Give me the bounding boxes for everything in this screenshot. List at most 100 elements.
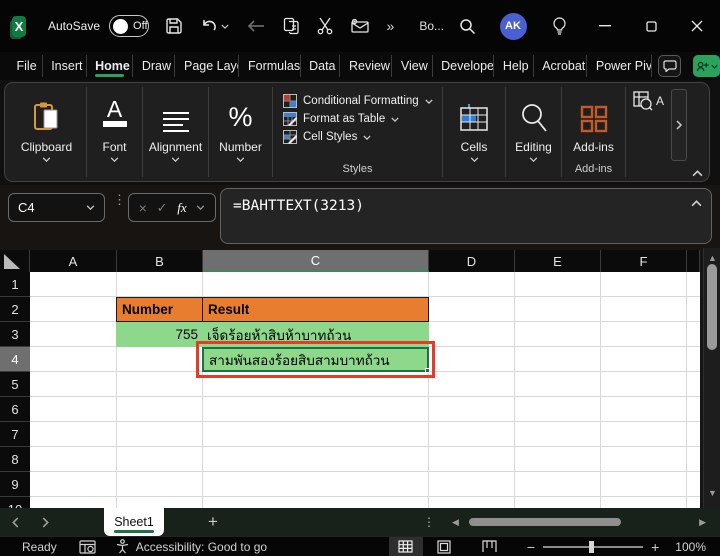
- number-group[interactable]: % Number: [209, 87, 273, 177]
- page-break-preview-button[interactable]: [473, 537, 507, 556]
- qat-overflow-button[interactable]: »: [387, 18, 394, 34]
- cell-b2[interactable]: Number: [116, 297, 203, 322]
- row-header-8[interactable]: 8: [0, 447, 30, 472]
- row-header-7[interactable]: 7: [0, 422, 30, 447]
- scroll-up-icon[interactable]: ▲: [704, 253, 720, 263]
- tab-data[interactable]: Data: [301, 55, 341, 77]
- ribbon-scroll-right-button[interactable]: [671, 89, 687, 161]
- row-header-10[interactable]: 10: [0, 497, 30, 508]
- zoom-level[interactable]: 100%: [675, 540, 706, 554]
- save-icon[interactable]: [165, 17, 183, 35]
- column-header-b[interactable]: B: [117, 250, 203, 272]
- zoom-slider-thumb[interactable]: [589, 541, 594, 553]
- tab-home[interactable]: Home: [87, 55, 134, 77]
- tab-file[interactable]: File: [8, 55, 43, 77]
- minimize-button[interactable]: [582, 6, 628, 46]
- cancel-button[interactable]: ×: [139, 200, 147, 216]
- tab-help[interactable]: Help: [494, 55, 533, 77]
- zoom-slider[interactable]: [543, 546, 643, 548]
- column-header-g-partial[interactable]: [687, 250, 700, 272]
- share-button[interactable]: [693, 55, 720, 77]
- page-layout-view-button[interactable]: [427, 537, 461, 556]
- accessibility-icon[interactable]: [116, 539, 129, 554]
- scroll-left-icon[interactable]: ◀: [452, 517, 459, 528]
- excel-app-icon[interactable]: X: [12, 16, 26, 37]
- maximize-button[interactable]: [628, 6, 674, 46]
- comments-button[interactable]: [658, 55, 682, 77]
- horizontal-scroll-thumb[interactable]: [469, 518, 621, 526]
- clipboard-group[interactable]: Clipboard: [7, 87, 87, 177]
- enter-button[interactable]: ✓: [157, 200, 168, 216]
- column-header-a[interactable]: A: [30, 250, 117, 272]
- collapse-formula-bar-button[interactable]: [691, 200, 702, 207]
- name-box[interactable]: C4: [8, 193, 105, 222]
- column-header-d[interactable]: D: [429, 250, 515, 272]
- sheet-nav-right-icon[interactable]: [30, 517, 60, 528]
- horizontal-scroll-track[interactable]: [465, 516, 693, 528]
- row-header-1[interactable]: 1: [0, 272, 30, 297]
- formula-input[interactable]: =BAHTTEXT(3213): [220, 188, 712, 244]
- formula-bar-drag-handle[interactable]: ⋮: [113, 196, 126, 203]
- tab-formulas[interactable]: Formulas: [239, 55, 300, 77]
- column-header-c[interactable]: C: [203, 250, 429, 272]
- search-icon[interactable]: [444, 6, 490, 46]
- tab-page-layout[interactable]: Page Layo: [175, 55, 239, 77]
- vertical-scroll-thumb[interactable]: [707, 264, 717, 350]
- account-avatar[interactable]: AK: [490, 6, 536, 46]
- sheet-tab-sheet1[interactable]: Sheet1: [104, 508, 164, 536]
- analyze-data-button[interactable]: A: [633, 91, 667, 111]
- tab-draw[interactable]: Draw: [133, 55, 175, 77]
- addins-group[interactable]: Add-ins Add-ins: [562, 87, 626, 177]
- close-button[interactable]: [674, 6, 720, 46]
- zoom-in-button[interactable]: +: [651, 539, 659, 555]
- conditional-formatting-button[interactable]: Conditional Formatting: [283, 94, 442, 108]
- format-as-table-button[interactable]: Format as Table: [283, 112, 442, 126]
- copy-icon[interactable]: [283, 17, 300, 35]
- vertical-scrollbar[interactable]: ▲ ▼: [703, 248, 720, 508]
- cells-group[interactable]: Cells: [443, 87, 506, 177]
- sheet-nav-left-icon[interactable]: [0, 517, 30, 528]
- insert-function-button[interactable]: fx: [177, 200, 186, 216]
- email-icon[interactable]: [350, 18, 370, 34]
- name-box-value: C4: [18, 200, 86, 215]
- row-header-9[interactable]: 9: [0, 472, 30, 497]
- tab-power-pivot[interactable]: Power Piv: [587, 55, 652, 77]
- row-header-5[interactable]: 5: [0, 372, 30, 397]
- row-header-4[interactable]: 4: [0, 347, 30, 372]
- tab-view[interactable]: View: [392, 55, 432, 77]
- title-bar: X AutoSave Off: [0, 0, 720, 52]
- undo-button[interactable]: [200, 18, 229, 34]
- row-header-3[interactable]: 3: [0, 322, 30, 347]
- horizontal-scrollbar[interactable]: ◀ ▶: [452, 516, 706, 528]
- cell-b3[interactable]: 755: [116, 322, 203, 347]
- cell-c2[interactable]: Result: [202, 297, 429, 322]
- editing-group[interactable]: Editing: [506, 87, 562, 177]
- select-all-corner[interactable]: [0, 250, 30, 272]
- autosave-toggle[interactable]: Off: [109, 15, 148, 37]
- row-header-6[interactable]: 6: [0, 397, 30, 422]
- sheet-bar-menu-icon[interactable]: ⋮: [423, 519, 435, 525]
- font-group[interactable]: A Font: [87, 87, 143, 177]
- macro-record-icon[interactable]: [79, 540, 96, 554]
- scroll-right-icon[interactable]: ▶: [699, 517, 706, 528]
- lightbulb-icon[interactable]: [536, 6, 582, 46]
- cells-area[interactable]: Number Result 755 เจ็ดร้อยห้าสิบห้าบาทถ้…: [30, 272, 700, 508]
- cell-styles-button[interactable]: Cell Styles: [283, 130, 442, 144]
- normal-view-button[interactable]: [389, 537, 423, 556]
- accessibility-status[interactable]: Accessibility: Good to go: [136, 540, 267, 554]
- status-bar: Ready Accessibility: Good to go − + 100%: [0, 536, 720, 556]
- cut-icon[interactable]: [317, 17, 333, 35]
- scroll-down-icon[interactable]: ▼: [704, 488, 720, 498]
- collapse-ribbon-button[interactable]: [692, 170, 703, 177]
- tab-developer[interactable]: Develope: [433, 55, 495, 77]
- zoom-out-button[interactable]: −: [527, 539, 535, 555]
- new-sheet-button[interactable]: +: [208, 512, 218, 532]
- column-header-e[interactable]: E: [515, 250, 601, 272]
- alignment-group[interactable]: Alignment: [143, 87, 209, 177]
- row-header-2[interactable]: 2: [0, 297, 30, 322]
- tab-insert[interactable]: Insert: [43, 55, 87, 77]
- column-header-f[interactable]: F: [601, 250, 687, 272]
- gridline: [686, 272, 687, 508]
- tab-acrobat[interactable]: Acrobat: [534, 55, 588, 77]
- tab-review[interactable]: Review: [340, 55, 392, 77]
